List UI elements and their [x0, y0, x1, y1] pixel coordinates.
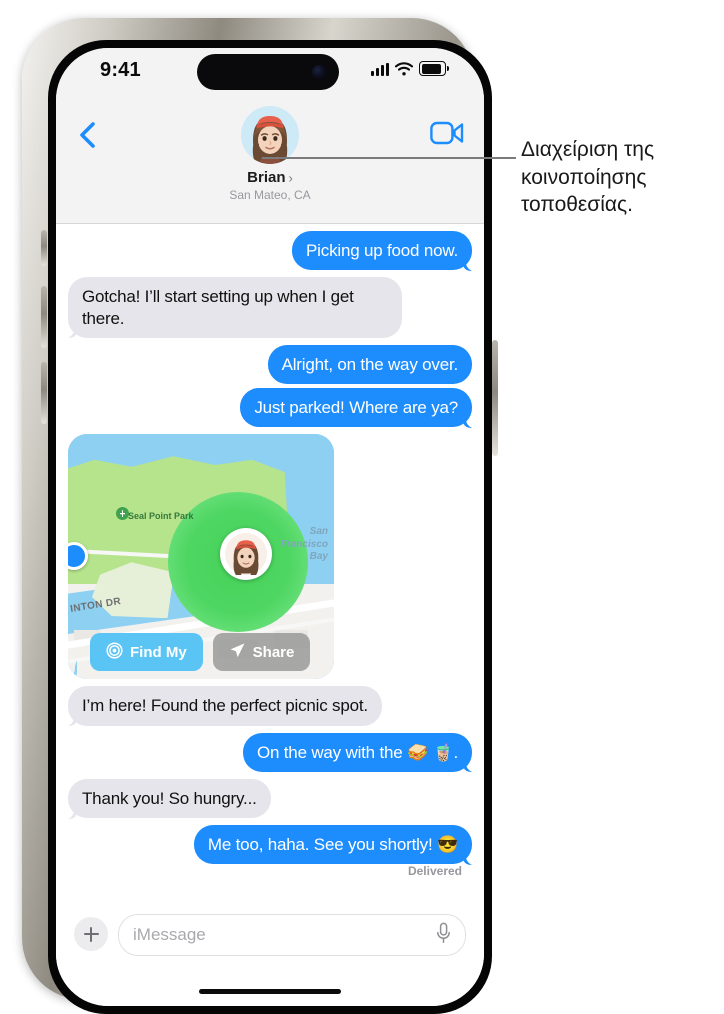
share-label: Share	[252, 643, 295, 661]
find-my-label: Find My	[130, 643, 187, 661]
find-my-button[interactable]: Find My	[90, 633, 203, 672]
message-input-wrapper[interactable]	[118, 914, 466, 956]
bubble-tail-icon	[463, 250, 479, 271]
contact-name-row[interactable]: Brian ›	[247, 169, 293, 186]
message-bubble-outgoing[interactable]: Just parked! Where are ya?	[240, 388, 472, 428]
message-row: I’m here! Found the perfect picnic spot.	[56, 686, 484, 726]
message-row: Thank you! So hungry...	[56, 778, 484, 819]
bubble-tail-icon	[463, 407, 479, 428]
location-map-attachment[interactable]: Seal Point Park San Francisco Bay INTON …	[68, 434, 334, 680]
microphone-icon[interactable]	[436, 922, 451, 949]
findmy-radar-icon	[106, 642, 123, 663]
map-park-label: Seal Point Park	[128, 511, 194, 522]
front-camera-icon	[312, 65, 326, 79]
bubble-tail-icon	[68, 659, 77, 680]
message-text: I’m here! Found the perfect picnic spot.	[82, 696, 368, 716]
plus-icon[interactable]	[74, 917, 108, 951]
bubble-tail-icon	[61, 798, 77, 819]
message-bubble-incoming[interactable]: Thank you! So hungry...	[68, 778, 271, 819]
message-row: On the way with the 🥪 🧋.	[56, 732, 484, 773]
delivery-status: Delivered	[407, 864, 462, 879]
message-row: Alright, on the way over.	[56, 344, 484, 384]
message-bubble-outgoing[interactable]: Picking up food now.	[292, 231, 472, 271]
home-indicator[interactable]	[199, 989, 341, 994]
map-bay-label-line2: Francisco	[280, 538, 328, 550]
paper-plane-icon	[229, 642, 246, 663]
cellular-signal-icon	[371, 63, 389, 76]
map-bay-label-line1: San	[309, 526, 328, 538]
power-button[interactable]	[492, 340, 498, 456]
message-composer	[56, 901, 484, 1006]
message-bubble-outgoing[interactable]: On the way with the 🥪 🧋.	[242, 732, 472, 773]
status-bar: 9:41	[56, 48, 484, 96]
bubble-tail-icon	[61, 318, 77, 339]
contact-location: San Mateo, CA	[229, 188, 311, 202]
map-action-buttons: Find My Share	[90, 633, 311, 672]
wifi-icon	[394, 62, 414, 76]
contact-info-block[interactable]: Brian › San Mateo, CA	[56, 106, 484, 202]
bubble-tail-icon	[61, 706, 77, 726]
contact-name: Brian	[247, 169, 286, 186]
message-row-map: Seal Point Park San Francisco Bay INTON …	[56, 434, 484, 680]
map-bay-label: San Francisco Bay	[281, 526, 328, 564]
chevron-right-icon: ›	[288, 170, 293, 186]
bubble-tail-icon	[463, 844, 479, 865]
message-bubble-outgoing[interactable]: Me too, haha. See you shortly! 😎	[193, 825, 472, 865]
message-list[interactable]: Picking up food now. Gotcha! I’ll start …	[56, 223, 484, 901]
message-text: Just parked! Where are ya?	[254, 398, 458, 417]
message-row: Picking up food now.	[56, 231, 484, 271]
message-text: Gotcha! I’ll start setting up when I get…	[82, 287, 354, 328]
phone-screen: 9:41 Brian › San Mateo, CA Picking up fo…	[56, 48, 484, 1006]
leader-line	[262, 157, 516, 159]
message-row: Gotcha! I’ll start setting up when I get…	[56, 277, 484, 339]
callout-text: Διαχείριση της κοινοποίησης τοποθεσίας.	[521, 138, 655, 217]
memoji-location-pin[interactable]	[220, 528, 272, 581]
message-row: Just parked! Where are ya?	[56, 388, 484, 428]
volume-down-button[interactable]	[41, 362, 47, 424]
message-text: Picking up food now.	[306, 241, 458, 260]
phone-device-frame: 9:41 Brian › San Mateo, CA Picking up fo…	[22, 18, 498, 1014]
message-bubble-incoming[interactable]: I’m here! Found the perfect picnic spot.	[68, 686, 382, 726]
status-time: 9:41	[100, 59, 141, 81]
dynamic-island	[197, 54, 339, 90]
map-bay-label-line3: Bay	[309, 551, 328, 563]
battery-full-icon	[419, 61, 449, 76]
bubble-tail-icon	[463, 752, 479, 773]
status-indicators	[371, 61, 449, 76]
ring-silent-switch[interactable]	[41, 230, 47, 266]
message-text: Thank you! So hungry...	[82, 788, 257, 808]
message-bubble-outgoing[interactable]: Alright, on the way over.	[267, 344, 472, 384]
conversation-header: Brian › San Mateo, CA	[56, 96, 484, 224]
message-row: Me too, haha. See you shortly! 😎	[56, 825, 484, 865]
message-text: Alright, on the way over.	[281, 354, 459, 374]
share-location-button[interactable]: Share	[212, 633, 311, 672]
memoji-avatar[interactable]	[241, 106, 299, 164]
volume-up-button[interactable]	[41, 286, 47, 348]
message-text: On the way with the 🥪 🧋.	[256, 742, 458, 762]
message-text: Me too, haha. See you shortly! 😎	[207, 835, 458, 854]
message-input[interactable]	[119, 925, 436, 945]
message-bubble-incoming[interactable]: Gotcha! I’ll start setting up when I get…	[68, 277, 402, 339]
